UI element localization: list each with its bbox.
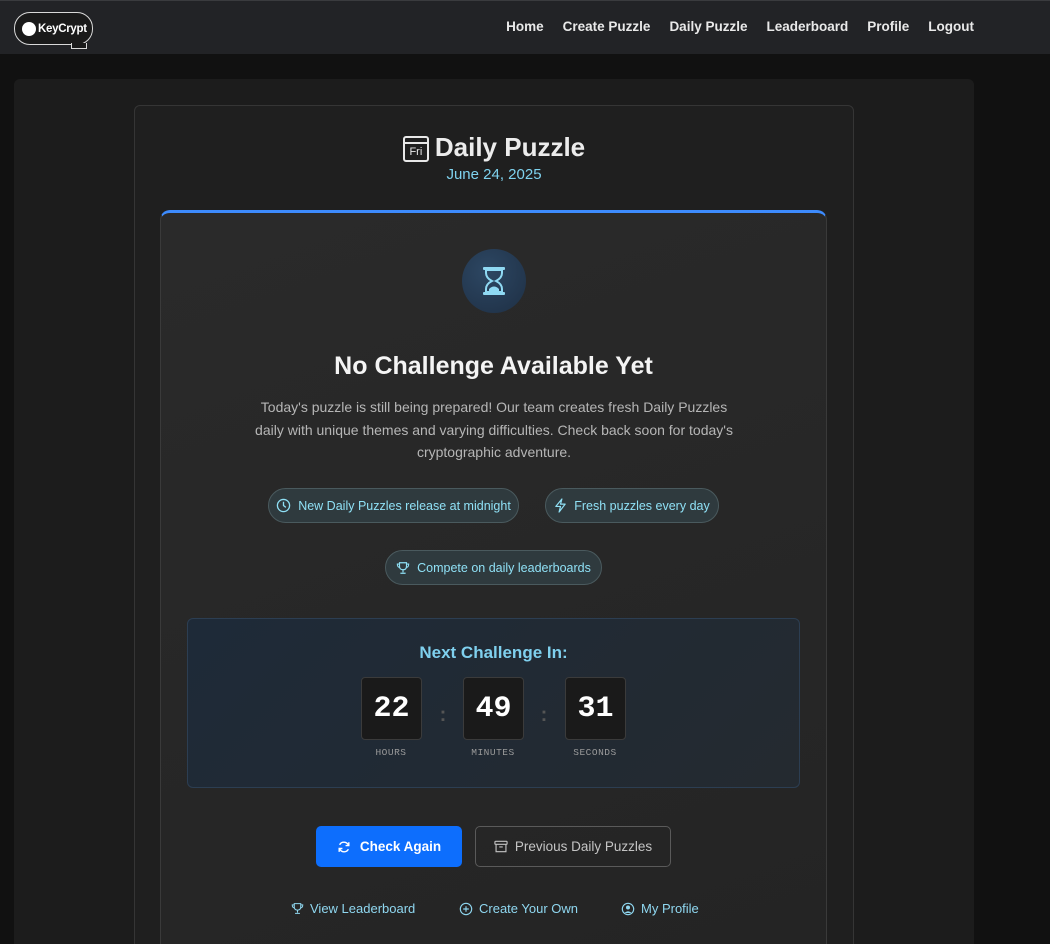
calendar-day-label: Fri [409,145,423,158]
previous-puzzles-label: Previous Daily Puzzles [514,839,653,854]
pill-midnight-release: New Daily Puzzles release at midnight [268,488,519,523]
countdown-seconds: 31 [565,677,626,740]
pill-fresh-puzzles: Fresh puzzles every day [545,488,719,523]
countdown-hours: 22 [361,677,422,740]
archive-icon [494,840,508,853]
description: Today's puzzle is still being prepared! … [255,399,733,460]
brand-logo[interactable]: KeyCrypt [14,12,93,49]
check-again-button[interactable]: Check Again [316,826,462,867]
nav-links: Home Create Puzzle Daily Puzzle Leaderbo… [487,19,974,34]
countdown-minutes: 49 [463,677,524,740]
countdown-separator: : [439,704,447,726]
create-your-own-label: Create Your Own [479,901,579,916]
seconds-label: SECONDS [573,747,617,758]
previous-puzzles-button[interactable]: Previous Daily Puzzles [475,826,671,867]
nav-leaderboard[interactable]: Leaderboard [766,19,848,34]
my-profile-link[interactable]: My Profile [621,901,699,916]
headline: No Challenge Available Yet [334,352,653,380]
pill-leaderboards: Compete on daily leaderboards [385,550,602,585]
lightning-icon [555,498,566,513]
minutes-label: MINUTES [471,747,515,758]
trophy-icon [291,903,304,914]
logo-key-notch [71,43,87,49]
view-leaderboard-link[interactable]: View Leaderboard [291,901,415,916]
refresh-icon [338,841,350,852]
trophy-icon [396,561,410,574]
countdown-separator: : [540,704,548,726]
pill-label: Compete on daily leaderboards [417,560,591,575]
page-date: June 24, 2025 [446,166,542,183]
nav-daily-puzzle[interactable]: Daily Puzzle [669,19,747,34]
clock-icon [276,498,291,513]
page-title: Daily Puzzle [434,132,586,162]
hourglass-icon [483,267,505,295]
page-header: Fri Daily Puzzle [134,132,854,163]
create-your-own-link[interactable]: Create Your Own [459,901,578,916]
my-profile-label: My Profile [641,901,699,916]
countdown-title: Next Challenge In: [419,643,568,662]
user-circle-icon [621,902,635,915]
view-leaderboard-label: View Leaderboard [310,901,416,916]
top-navbar: KeyCrypt Home Create Puzzle Daily Puzzle… [0,0,1050,54]
pill-label: New Daily Puzzles release at midnight [298,498,511,513]
hourglass-badge [462,249,526,313]
logo-dot-icon [22,21,36,36]
brand-name: KeyCrypt [38,22,87,35]
nav-create-puzzle[interactable]: Create Puzzle [563,19,651,34]
hours-label: HOURS [375,747,407,758]
calendar-icon: Fri [402,135,429,162]
pill-label: Fresh puzzles every day [574,498,710,513]
nav-logout[interactable]: Logout [928,19,974,34]
check-again-label: Check Again [359,839,442,854]
nav-profile[interactable]: Profile [867,19,909,34]
plus-circle-icon [459,902,473,915]
nav-home[interactable]: Home [506,19,544,34]
